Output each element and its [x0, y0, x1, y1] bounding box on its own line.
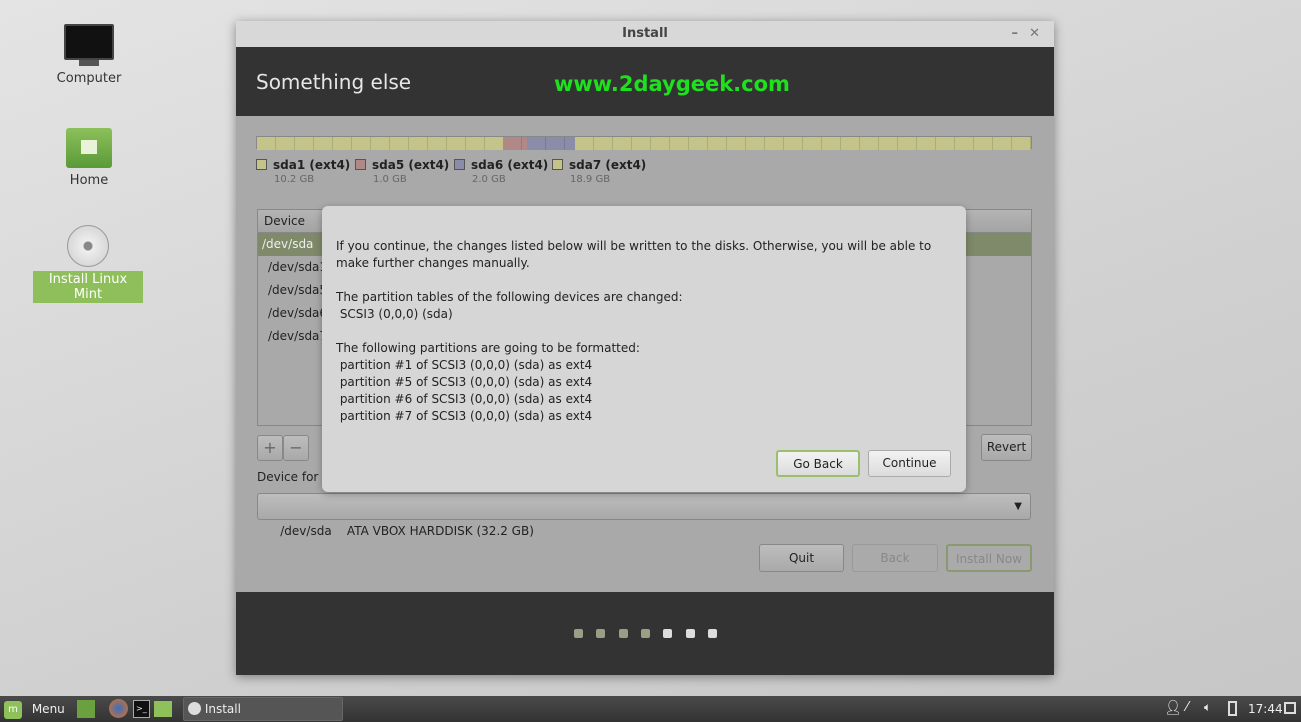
disc-icon [67, 225, 109, 267]
network-icon[interactable]: ⁄ [1186, 700, 1188, 715]
monitor-icon [64, 24, 114, 60]
task-label: Install [204, 702, 241, 716]
desktop-icon-label: Install Linux Mint [33, 271, 143, 303]
window-header: Something else www.2daygeek.com [236, 47, 1054, 116]
volume-icon[interactable]: 🔈︎ [1204, 700, 1211, 715]
progress-dot [640, 629, 650, 638]
desktop-icon-install[interactable]: Install Linux Mint [33, 225, 143, 303]
legend-size: 18.9 GB [570, 174, 611, 185]
legend-size: 1.0 GB [373, 174, 407, 185]
remove-partition-button[interactable]: − [283, 435, 309, 461]
legend-size: 10.2 GB [274, 174, 315, 185]
legend-name: sda6 (ext4) [471, 158, 549, 172]
menu-label: Menu [31, 702, 65, 716]
desktop-icon-computer[interactable]: Computer [34, 24, 144, 87]
home-folder-icon [66, 128, 112, 168]
add-partition-button[interactable]: + [257, 435, 283, 461]
progress-dot [596, 629, 606, 638]
legend-name: sda7 (ext4) [569, 158, 647, 172]
progress-footer [236, 592, 1054, 675]
legend-swatch [256, 159, 267, 170]
watermark: www.2daygeek.com [554, 72, 790, 96]
progress-dot [707, 629, 717, 638]
page-title: Something else [256, 70, 412, 94]
close-icon[interactable]: ✕ [1029, 21, 1040, 47]
taskbar: m Menu >_ Install 👤︎ ⁄ 🔈︎ 17:44 [0, 696, 1301, 722]
revert-button[interactable]: Revert [981, 434, 1032, 461]
go-back-button[interactable]: Go Back [776, 450, 860, 477]
legend-swatch [454, 159, 465, 170]
dialog-format-heading: The following partitions are going to be… [336, 341, 640, 355]
boot-device-label: Device for b [257, 470, 330, 484]
dialog-intro: If you continue, the changes listed belo… [336, 239, 932, 270]
legend-size: 2.0 GB [472, 174, 506, 185]
partition-segment [257, 137, 503, 150]
menu-button[interactable]: m Menu [4, 699, 65, 719]
partition-legend-item: sda6 (ext4) 2.0 GB [454, 158, 548, 185]
disc-icon [188, 702, 201, 715]
partition-bar [256, 136, 1032, 150]
partition-segment [502, 137, 528, 150]
back-button[interactable]: Back [852, 544, 938, 572]
dialog-tables-heading: The partition tables of the following de… [336, 290, 683, 304]
dialog-format-item: partition #6 of SCSI3 (0,0,0) (sda) as e… [336, 392, 593, 406]
progress-dot [574, 629, 583, 638]
partition-segment [527, 137, 576, 150]
legend-name: sda5 (ext4) [372, 158, 450, 172]
user-icon[interactable]: 👤︎ [1164, 700, 1182, 716]
minimize-icon[interactable]: – [1012, 21, 1019, 47]
install-now-button[interactable]: Install Now [946, 544, 1032, 572]
progress-dot [685, 629, 695, 638]
quit-button[interactable]: Quit [759, 544, 844, 572]
continue-button[interactable]: Continue [868, 450, 951, 477]
files-icon[interactable] [154, 701, 172, 717]
firefox-icon[interactable] [109, 699, 128, 718]
confirm-write-dialog: If you continue, the changes listed belo… [322, 206, 966, 492]
window-title: Install [622, 26, 668, 41]
window-titlebar[interactable]: Install – ✕ [236, 21, 1054, 47]
desktop-icon-label: Home [69, 173, 109, 188]
boot-device-select[interactable]: /dev/sda ATA VBOX HARDDISK (32.2 GB) ▼ [257, 493, 1031, 538]
partition-segment [575, 137, 1031, 150]
dropdown-arrow-icon: ▼ [1014, 501, 1022, 512]
progress-dot [663, 629, 673, 638]
dialog-format-item: partition #7 of SCSI3 (0,0,0) (sda) as e… [336, 409, 593, 423]
legend-name: sda1 (ext4) [273, 158, 351, 172]
mint-logo-icon: m [4, 700, 22, 719]
terminal-icon[interactable]: >_ [133, 700, 150, 718]
desktop-icon-label: Computer [56, 71, 122, 86]
partition-legend-item: sda7 (ext4) 18.9 GB [552, 158, 646, 185]
taskbar-task-install[interactable]: Install [183, 697, 343, 721]
dialog-table-item: SCSI3 (0,0,0) (sda) [336, 307, 453, 321]
legend-swatch [552, 159, 563, 170]
desktop-icon-home[interactable]: Home [34, 128, 144, 189]
legend-swatch [355, 159, 366, 170]
window-list-icon[interactable] [1284, 702, 1296, 714]
partition-legend-item: sda5 (ext4) 1.0 GB [355, 158, 449, 185]
partition-legend-item: sda1 (ext4) 10.2 GB [256, 158, 350, 185]
battery-icon[interactable] [1228, 701, 1237, 716]
clock[interactable]: 17:44 [1248, 702, 1283, 716]
show-desktop-icon[interactable] [77, 700, 95, 718]
boot-device-value: /dev/sda ATA VBOX HARDDISK (32.2 GB) [280, 524, 534, 538]
dialog-format-item: partition #5 of SCSI3 (0,0,0) (sda) as e… [336, 375, 593, 389]
progress-dot [618, 629, 628, 638]
dialog-format-item: partition #1 of SCSI3 (0,0,0) (sda) as e… [336, 358, 593, 372]
